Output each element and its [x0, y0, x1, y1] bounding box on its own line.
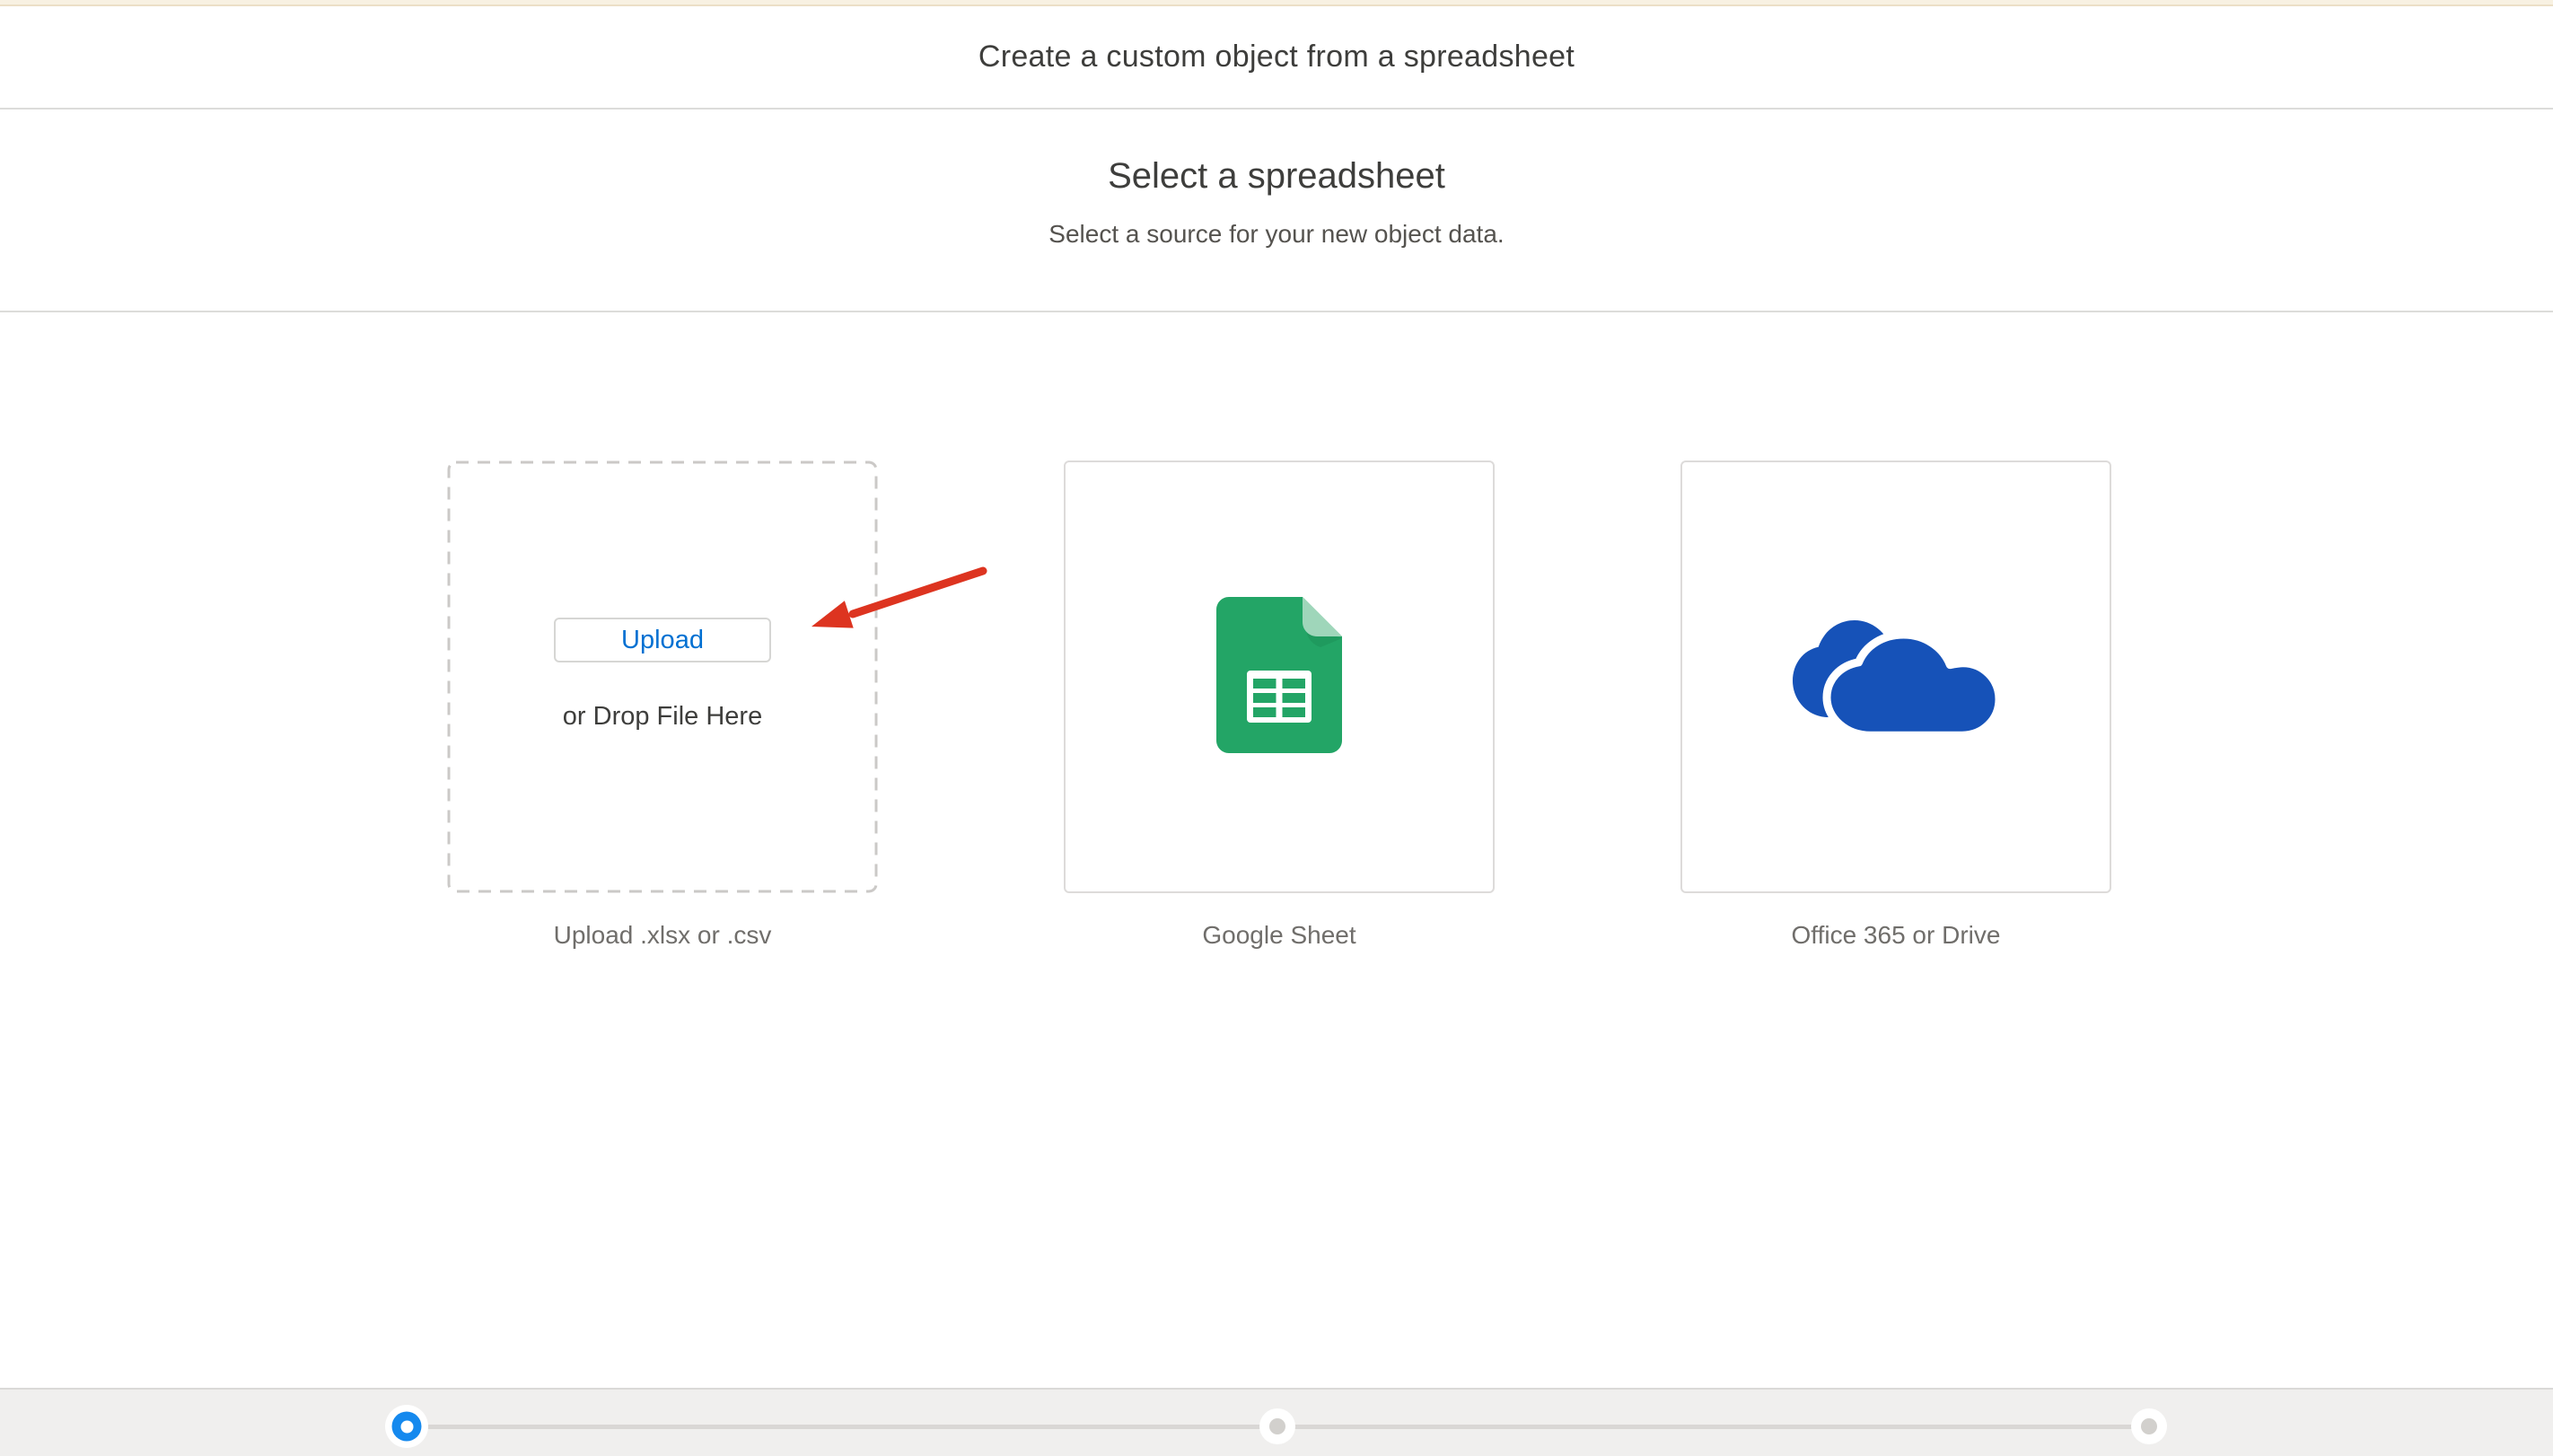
upload-dropzone-inner: Upload or Drop File Here: [447, 460, 878, 893]
office-365-card[interactable]: [1680, 460, 2111, 893]
progress-step-3-center: [2141, 1418, 2157, 1434]
upload-button[interactable]: Upload: [554, 618, 771, 662]
page-header: Create a custom object from a spreadshee…: [0, 6, 2553, 110]
progress-step-3: [2131, 1408, 2167, 1444]
progress-step-2-center: [1269, 1418, 1285, 1434]
google-sheet-card[interactable]: [1064, 460, 1495, 893]
upload-dropzone-card[interactable]: Upload or Drop File Here: [447, 460, 878, 893]
drop-file-hint: or Drop File Here: [562, 702, 763, 731]
google-card-caption: Google Sheet: [1202, 921, 1356, 949]
wizard-screen: Create a custom object from a spreadshee…: [0, 0, 2553, 1456]
step-heading: Select a spreadsheet: [1108, 156, 1445, 196]
page-title: Create a custom object from a spreadshee…: [978, 39, 1575, 74]
progress-step-1-ring: [391, 1411, 422, 1442]
office-card-caption: Office 365 or Drive: [1791, 921, 2001, 949]
step-subheading: Select a source for your new object data…: [1048, 220, 1505, 248]
step-intro-section: Select a spreadsheet Select a source for…: [0, 110, 2553, 312]
progress-step-1-center: [400, 1420, 413, 1433]
upload-card-caption: Upload .xlsx or .csv: [553, 921, 772, 949]
google-sheets-icon: [1216, 596, 1342, 758]
top-accent-strip: [0, 0, 2553, 6]
progress-step-1-active: [385, 1405, 428, 1448]
onedrive-clouds-icon: [1793, 615, 1999, 740]
progress-step-2: [1259, 1408, 1295, 1444]
